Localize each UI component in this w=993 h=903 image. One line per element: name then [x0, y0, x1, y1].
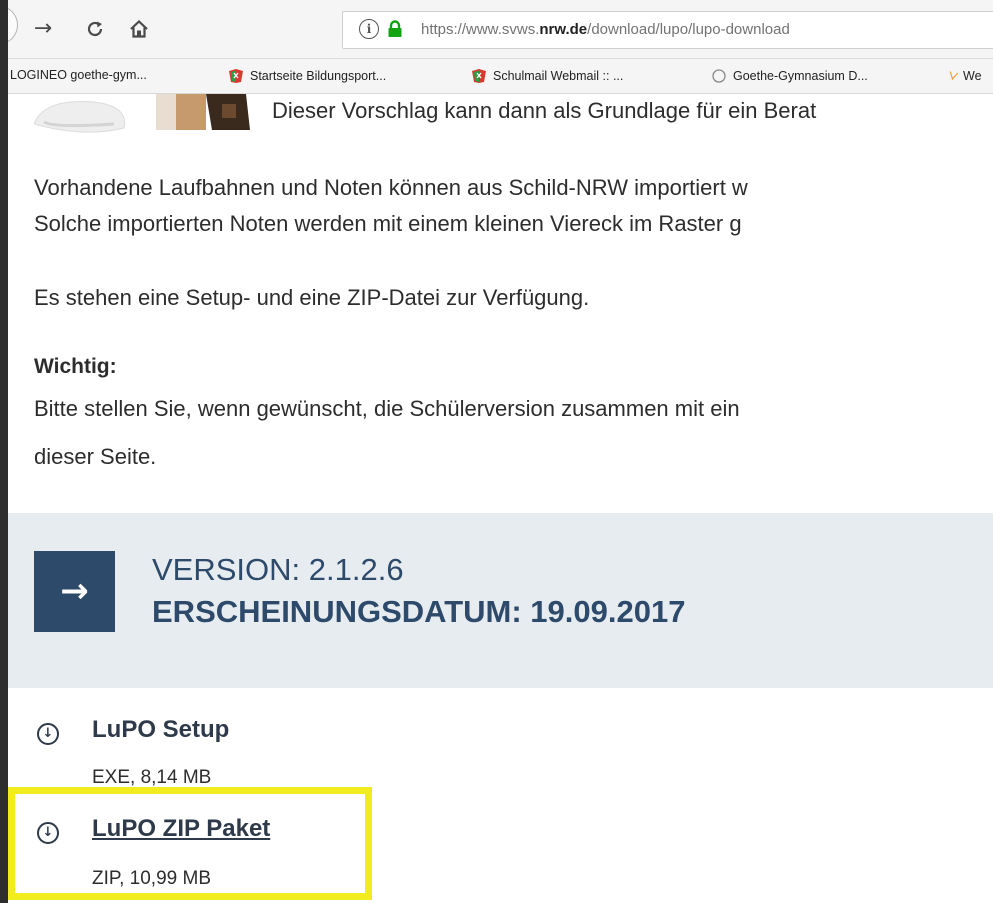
- bookmark-bildungsportal[interactable]: Startseite Bildungsport...: [228, 68, 386, 84]
- bookmark-schulmail[interactable]: Schulmail Webmail :: ...: [471, 68, 623, 84]
- bookmark-label: Schulmail Webmail :: ...: [493, 69, 624, 83]
- bookmark-label: Goethe-Gymnasium D...: [733, 69, 868, 83]
- url-path: /download/lupo/lupo-download: [587, 21, 790, 38]
- nrw-logo-icon: [229, 69, 243, 83]
- release-date-label: ERSCHEINUNGSDATUM: 19.09.2017: [152, 594, 686, 629]
- address-bar[interactable]: i https://www.svws.nrw.de/download/lupo/…: [342, 11, 993, 49]
- paragraph-line: Vorhandene Laufbahnen und Noten können a…: [34, 175, 748, 200]
- paragraph-line: Bitte stellen Sie, wenn gewünscht, die S…: [34, 396, 740, 421]
- browser-window: → i https://www.svws.nrw.de/download/lup…: [8, 0, 993, 903]
- important-heading: Wichtig:: [34, 355, 117, 378]
- bookmark-logineo[interactable]: LOGINEO goethe-gym...: [10, 68, 147, 82]
- arrow-right-icon[interactable]: →: [34, 551, 115, 632]
- illustration-image: [34, 94, 250, 133]
- download-icon[interactable]: ↓: [37, 723, 59, 745]
- bookmark-icon: [949, 71, 959, 81]
- reload-button[interactable]: [80, 14, 110, 44]
- back-button[interactable]: [8, 6, 18, 44]
- bookmarks-bar: LOGINEO goethe-gym... Startseite Bildung…: [8, 59, 993, 94]
- bookmark-label: We: [963, 69, 982, 83]
- url-domain: nrw.de: [539, 21, 588, 38]
- home-button[interactable]: [124, 14, 154, 44]
- lock-icon: [388, 20, 402, 37]
- bookmark-label: LOGINEO goethe-gym...: [10, 68, 147, 82]
- url-text: https://www.svws.nrw.de/download/lupo/lu…: [421, 21, 790, 38]
- download-meta: EXE, 8,14 MB: [92, 767, 212, 788]
- globe-icon: [712, 69, 726, 83]
- highlight-box: [8, 787, 372, 900]
- home-icon: [130, 19, 148, 38]
- bookmark-label: Startseite Bildungsport...: [250, 69, 387, 83]
- bookmark-goethe-gymnasium[interactable]: Goethe-Gymnasium D...: [711, 68, 868, 84]
- page-content: Dieser Vorschlag kann dann als Grundlage…: [8, 94, 993, 903]
- paragraph-line: dieser Seite.: [34, 444, 157, 469]
- info-icon[interactable]: i: [359, 19, 379, 39]
- forward-arrow-icon[interactable]: →: [28, 14, 58, 44]
- reload-icon: [87, 21, 103, 37]
- version-label: VERSION: 2.1.2.6: [152, 552, 404, 587]
- paragraph-text: Es stehen eine Setup- und eine ZIP-Datei…: [34, 285, 590, 310]
- intro-text: Dieser Vorschlag kann dann als Grundlage…: [272, 98, 817, 123]
- url-prefix: https://www.svws.: [421, 21, 540, 38]
- browser-toolbar: → i https://www.svws.nrw.de/download/lup…: [8, 0, 993, 59]
- paragraph-line: Solche importierten Noten werden mit ein…: [34, 211, 742, 236]
- nrw-logo-icon: [472, 69, 486, 83]
- download-link-setup[interactable]: LuPO Setup: [92, 716, 229, 744]
- bookmark-we[interactable]: We: [948, 68, 982, 84]
